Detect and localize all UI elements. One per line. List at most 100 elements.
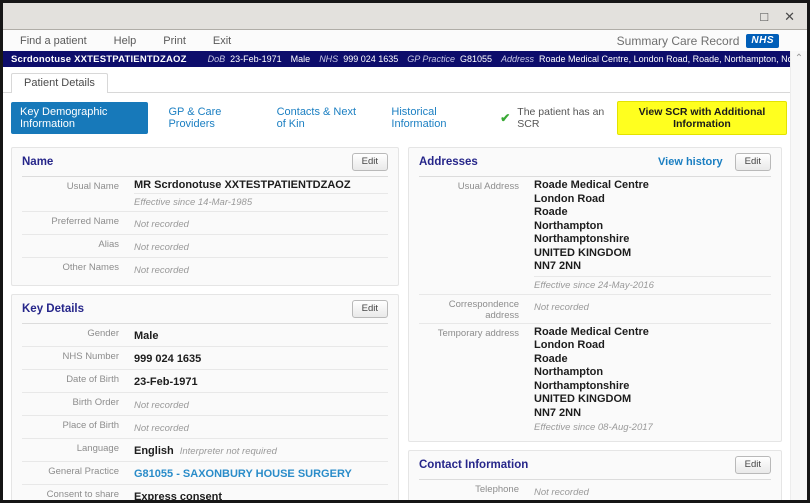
alias-label: Alias [22, 237, 119, 255]
content-columns: Name Edit Usual Name MR Scrdonotuse XXTE… [3, 141, 807, 503]
birth-order-label: Birth Order [22, 395, 119, 413]
maximize-icon[interactable]: □ [760, 10, 768, 23]
place-of-birth-row: Place of Birth Not recorded [22, 416, 388, 439]
subtab-bar: Key Demographic Information GP & Care Pr… [3, 93, 807, 141]
menu-print[interactable]: Print [163, 35, 186, 47]
addresses-panel: Addresses View history Edit Usual Addres… [408, 147, 782, 442]
consent-to-share-row: Consent to share Express consent [22, 485, 388, 503]
tab-strip: Patient Details [3, 67, 790, 93]
window-title-bar: □ ✕ [3, 3, 807, 30]
usual-name-value: MR Scrdonotuse XXTESTPATIENTDZAOZ [134, 179, 388, 194]
general-practice-link[interactable]: G81055 - SAXONBURY HOUSE SURGERY [134, 468, 352, 480]
correspondence-address-label: Correspondence address [419, 297, 519, 321]
nhs-number-value: 999 024 1635 [134, 353, 201, 365]
nhs-number-label: NHS Number [22, 349, 119, 367]
left-column: Name Edit Usual Name MR Scrdonotuse XXTE… [11, 147, 399, 503]
app-title: Summary Care Record [617, 34, 740, 48]
birth-order-row: Birth Order Not recorded [22, 393, 388, 416]
view-scr-button[interactable]: View SCR with Additional Information [617, 101, 787, 135]
temporary-address-label: Temporary address [419, 326, 519, 435]
place-of-birth-value: Not recorded [134, 423, 189, 434]
preferred-name-row: Preferred Name Not recorded [22, 212, 388, 235]
consent-to-share-value: Express consent [134, 491, 222, 503]
banner-nhs-label: NHS [319, 54, 338, 64]
general-practice-label: General Practice [22, 464, 119, 482]
preferred-name-label: Preferred Name [22, 214, 119, 232]
other-names-label: Other Names [22, 260, 119, 278]
name-panel: Name Edit Usual Name MR Scrdonotuse XXTE… [11, 147, 399, 286]
menu-help[interactable]: Help [114, 35, 137, 47]
banner-dob-label: DoB [208, 54, 226, 64]
key-details-edit-button[interactable]: Edit [352, 300, 388, 318]
addresses-title: Addresses [419, 156, 478, 168]
alias-row: Alias Not recorded [22, 235, 388, 258]
date-of-birth-value: 23-Feb-1971 [134, 376, 198, 388]
consent-to-share-label: Consent to share [22, 487, 119, 503]
key-details-header: Key Details Edit [22, 295, 388, 324]
key-details-panel: Key Details Edit Gender Male NHS Number … [11, 294, 399, 503]
telephone-label: Telephone [419, 482, 519, 500]
usual-name-effective-note: Effective since 14-Mar-1985 [134, 195, 388, 209]
banner-gp-practice-label: GP Practice [407, 54, 455, 64]
language-row: Language English Interpreter not required [22, 439, 388, 462]
gender-value: Male [134, 330, 158, 342]
view-history-link[interactable]: View history [658, 156, 723, 168]
right-column: Addresses View history Edit Usual Addres… [408, 147, 782, 503]
usual-name-row: Usual Name MR Scrdonotuse XXTESTPATIENTD… [22, 177, 388, 212]
app-branding: Summary Care Record NHS [617, 34, 807, 48]
alias-value: Not recorded [134, 242, 189, 253]
usual-address-value: Roade Medical Centre London Road Roade N… [534, 179, 771, 277]
addresses-header: Addresses View history Edit [419, 148, 771, 177]
nhs-number-row: NHS Number 999 024 1635 [22, 347, 388, 370]
language-value: English [134, 445, 174, 457]
usual-name-label: Usual Name [22, 179, 119, 209]
contact-information-panel: Contact Information Edit Telephone Not r… [408, 450, 782, 503]
patient-banner: Scrdonotuse XXTESTPATIENTDZAOZ DoB 23-Fe… [3, 51, 790, 67]
addresses-edit-button[interactable]: Edit [735, 153, 771, 171]
subtab-gp-care-providers[interactable]: GP & Care Providers [168, 106, 252, 130]
contact-information-header: Contact Information Edit [419, 451, 771, 480]
name-panel-title: Name [22, 156, 53, 168]
patient-name: Scrdonotuse XXTESTPATIENTDZAOZ [11, 54, 187, 65]
gender-label: Gender [22, 326, 119, 344]
date-of-birth-row: Date of Birth 23-Feb-1971 [22, 370, 388, 393]
language-label: Language [22, 441, 119, 459]
banner-gp-practice-code: G81055 [460, 54, 492, 64]
usual-address-row: Usual Address Roade Medical Centre Londo… [419, 177, 771, 295]
close-icon[interactable]: ✕ [784, 10, 795, 23]
name-panel-header: Name Edit [22, 148, 388, 177]
temporary-address-value: Roade Medical Centre London Road Roade N… [534, 326, 771, 421]
banner-dob-value: 23-Feb-1971 [230, 54, 282, 64]
other-names-value: Not recorded [134, 265, 189, 276]
other-names-row: Other Names Not recorded [22, 258, 388, 280]
contact-edit-button[interactable]: Edit [735, 456, 771, 474]
scr-status-text: The patient has an SCR [517, 106, 606, 130]
menu-find-a-patient[interactable]: Find a patient [20, 35, 87, 47]
correspondence-address-row: Correspondence address Not recorded [419, 295, 771, 324]
scr-status-area: ✔ The patient has an SCR View SCR with A… [500, 101, 787, 135]
telephone-row: Telephone Not recorded [419, 480, 771, 503]
birth-order-value: Not recorded [134, 400, 189, 411]
name-edit-button[interactable]: Edit [352, 153, 388, 171]
date-of-birth-label: Date of Birth [22, 372, 119, 390]
interpreter-note: Interpreter not required [180, 446, 277, 457]
menu-exit[interactable]: Exit [213, 35, 231, 47]
subtab-contacts-next-of-kin[interactable]: Contacts & Next of Kin [277, 106, 368, 130]
place-of-birth-label: Place of Birth [22, 418, 119, 436]
banner-nhs-number: 999 024 1635 [343, 54, 398, 64]
subtab-historical-information[interactable]: Historical Information [391, 106, 476, 130]
banner-address-value: Roade Medical Centre, London Road, Roade… [539, 54, 790, 64]
vertical-scrollbar[interactable]: ⌃ [790, 51, 807, 500]
menu-bar: Find a patient Help Print Exit Summary C… [3, 30, 807, 51]
scroll-up-icon[interactable]: ⌃ [791, 51, 807, 64]
preferred-name-value: Not recorded [134, 219, 189, 230]
key-details-title: Key Details [22, 303, 84, 315]
nhs-logo: NHS [746, 34, 779, 48]
subtab-key-demographic-information[interactable]: Key Demographic Information [11, 102, 148, 134]
application-window: □ ✕ Find a patient Help Print Exit Summa… [0, 0, 810, 503]
banner-gender-value: Male [291, 54, 311, 64]
correspondence-address-value: Not recorded [534, 302, 589, 313]
temporary-address-effective-note: Effective since 08-Aug-2017 [534, 420, 771, 434]
usual-address-label: Usual Address [419, 179, 519, 292]
tab-patient-details[interactable]: Patient Details [11, 73, 108, 93]
